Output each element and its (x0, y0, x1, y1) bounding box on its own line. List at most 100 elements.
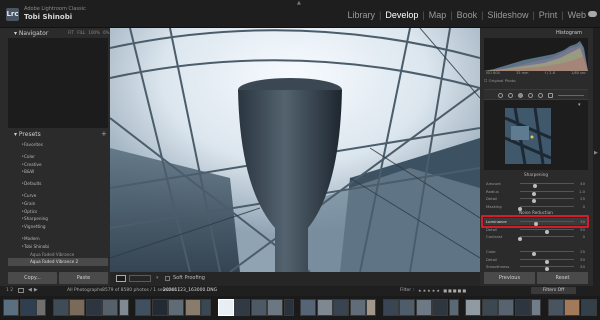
slider-row-smoothness[interactable]: Smoothness 50 (484, 263, 588, 271)
filmstrip-thumbnail[interactable] (3, 299, 19, 316)
slider-row-amount[interactable]: Amount 40 (484, 180, 588, 188)
tool-slider[interactable] (558, 95, 584, 96)
slider-track[interactable] (520, 266, 574, 271)
histogram-header[interactable]: Histogram (556, 30, 582, 36)
module-web[interactable]: Web (568, 10, 586, 20)
slider-value[interactable]: 40 (580, 180, 585, 187)
filmstrip-thumbnail[interactable] (283, 299, 294, 316)
filmstrip-thumbnail[interactable] (151, 299, 168, 316)
slider-value[interactable]: 1.0 (579, 188, 585, 195)
slider-value[interactable]: 0 (583, 203, 585, 210)
preset-group[interactable]: ▸ Optics (8, 208, 108, 216)
filmstrip-thumbnail[interactable] (498, 299, 514, 316)
filmstrip-thumbnail[interactable] (102, 299, 118, 316)
slider-track[interactable] (520, 228, 574, 234)
preset-group[interactable]: ▸ Favorites (8, 141, 108, 149)
slider-value[interactable]: 25 (580, 248, 585, 255)
collapse-top-panel-icon[interactable]: ▲ (297, 0, 301, 6)
module-library[interactable]: Library (347, 10, 375, 20)
filmstrip[interactable] (0, 296, 600, 320)
slider-value[interactable]: 50 (580, 263, 585, 270)
rating-filter-icon[interactable]: ★★★★★ ■■■■■ (418, 288, 467, 293)
cloud-sync-icon[interactable] (588, 11, 597, 17)
preset-group[interactable]: ▸ Grain (8, 200, 108, 208)
module-map[interactable]: Map (429, 10, 447, 20)
detail-menu-icon[interactable]: ▾ (578, 102, 581, 108)
slider-row-contrast[interactable]: Contrast 0 (484, 233, 588, 241)
filmstrip-thumbnail[interactable] (36, 299, 46, 316)
graduated-filter-icon[interactable] (528, 93, 533, 98)
histogram[interactable] (484, 38, 588, 71)
filmstrip-thumbnail[interactable] (415, 299, 432, 316)
preset-group[interactable]: ▸ Sharpening (8, 215, 108, 223)
collapse-right-panel-icon[interactable]: ▶ (594, 150, 598, 156)
radial-filter-icon[interactable] (538, 93, 543, 98)
slider-value[interactable]: 0 (583, 233, 585, 240)
filmstrip-thumbnail[interactable] (564, 299, 580, 316)
filmstrip-thumbnail[interactable] (514, 299, 531, 316)
filmstrip-thumbnail[interactable] (382, 299, 399, 316)
filmstrip-thumbnail[interactable] (399, 299, 415, 316)
original-photo-checkbox[interactable]: ☐ Original Photo (484, 78, 516, 83)
filmstrip-thumbnail[interactable] (135, 299, 151, 316)
preset-group[interactable]: ▸ B&W (8, 168, 108, 176)
preset-group[interactable]: ▸ Tobi Shinobi (8, 243, 108, 251)
red-eye-icon[interactable] (518, 93, 523, 98)
filmstrip-thumbnail[interactable] (234, 299, 250, 316)
filmstrip-thumbnail[interactable] (432, 299, 448, 316)
navigator-header[interactable]: ▾ Navigator (14, 30, 48, 37)
slider-value[interactable]: 50 (580, 256, 585, 263)
soft-proofing-checkbox[interactable] (165, 276, 170, 281)
filter-dropdown[interactable]: Filters Off (531, 287, 576, 294)
slider-row-detail[interactable]: Detail 25 (484, 195, 588, 203)
navigator-zoom-options[interactable]: FIT FILL 100% 6% (68, 30, 109, 35)
filmstrip-thumbnail[interactable] (85, 299, 102, 316)
preset-group[interactable]: ▸ Modern (8, 235, 108, 243)
filmstrip-thumbnail[interactable] (481, 299, 498, 316)
slider-track[interactable] (520, 198, 574, 203)
filmstrip-thumbnail[interactable] (168, 299, 184, 316)
preset-group[interactable]: ▸ Vignetting (8, 223, 108, 231)
filmstrip-thumbnail[interactable] (217, 299, 234, 316)
preset-group[interactable]: ▸ Creative (8, 161, 108, 169)
loupe-view-icon[interactable] (116, 275, 126, 282)
slider-track[interactable] (518, 236, 574, 241)
slider-row-radius[interactable]: Radius 1.0 (484, 188, 588, 196)
add-preset-icon[interactable]: + (101, 130, 107, 138)
right-panel-edge[interactable] (593, 28, 600, 286)
preset-group[interactable]: ▸ Curve (8, 192, 108, 200)
brush-icon[interactable] (548, 93, 553, 98)
filmstrip-thumbnail[interactable] (69, 299, 85, 316)
spot-removal-icon[interactable] (508, 93, 513, 98)
filmstrip-thumbnail[interactable] (267, 299, 283, 316)
copy-button[interactable]: Copy... (8, 272, 57, 284)
file-name[interactable]: 20201123_163000.DNG (163, 288, 217, 293)
filmstrip-thumbnail[interactable] (547, 299, 564, 316)
filmstrip-thumbnail[interactable] (580, 299, 597, 316)
slider-knob[interactable] (545, 267, 549, 271)
slider-value[interactable]: 25 (580, 195, 585, 202)
back-forward-icon[interactable]: ◀▶ (28, 287, 40, 293)
filmstrip-thumbnail[interactable] (448, 299, 459, 316)
grid-view-icon[interactable] (18, 288, 24, 293)
filmstrip-thumbnail[interactable] (531, 299, 541, 316)
module-book[interactable]: Book (457, 10, 478, 20)
before-after-view-icon[interactable] (129, 275, 151, 282)
slider-track[interactable] (518, 205, 574, 211)
previous-button[interactable]: Previous (484, 272, 535, 284)
slider-row-color[interactable]: Color 25 (484, 248, 588, 256)
crop-tool-icon[interactable] (498, 93, 503, 98)
slider-row-detail[interactable]: Detail 50 (484, 256, 588, 264)
slider-track[interactable] (520, 190, 574, 196)
filmstrip-thumbnail[interactable] (118, 299, 129, 316)
filmstrip-thumbnail[interactable] (366, 299, 376, 316)
filmstrip-thumbnail[interactable] (465, 299, 481, 316)
preset-group[interactable]: ▸ Defaults (8, 180, 108, 188)
slider-track[interactable] (520, 183, 574, 188)
module-slideshow[interactable]: Slideshow (487, 10, 528, 20)
navigator-preview[interactable] (8, 38, 108, 128)
filmstrip-thumbnail[interactable] (300, 299, 316, 316)
reset-button[interactable]: Reset (537, 272, 588, 284)
paste-button[interactable]: Paste (59, 272, 108, 284)
presets-header[interactable]: ▾ Presets (14, 131, 41, 138)
